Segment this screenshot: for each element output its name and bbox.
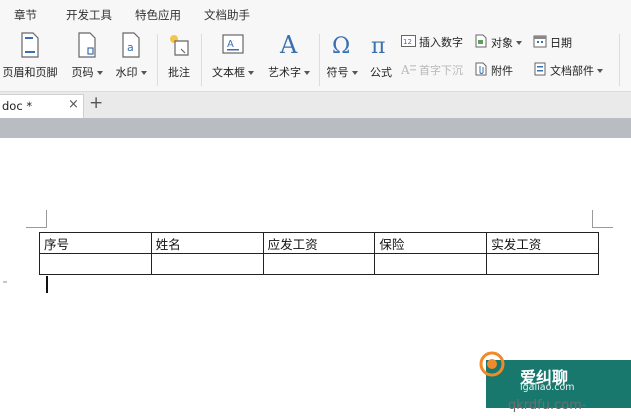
ribbon-separator	[157, 34, 158, 86]
attachment-button[interactable]: 附件	[474, 62, 513, 80]
document-tab[interactable]: doc * ×	[0, 94, 84, 118]
calendar-icon	[533, 34, 547, 51]
menu-tab-doc-assistant[interactable]: 文档助手	[204, 7, 250, 23]
word-art-dropdown-icon	[304, 71, 310, 75]
watermark-dropdown-icon	[140, 71, 147, 75]
margin-corner-mark	[46, 210, 47, 228]
text-box-dropdown-icon	[248, 71, 254, 75]
insert-ribbon: 页眉和页脚 页码 a 水印 批注 A 文本框 A 艺术字 Ω 符号 π 公式 1…	[0, 28, 631, 92]
symbol-label: 符号	[326, 66, 349, 79]
drop-cap-label: 首字下沉	[419, 64, 463, 77]
document-tab-strip: doc * × +	[0, 92, 631, 118]
comment-label: 批注	[168, 66, 190, 79]
symbol-dropdown-icon	[351, 71, 358, 75]
attachment-icon	[474, 62, 488, 79]
comment-button[interactable]: 批注	[160, 28, 198, 92]
formula-label: 公式	[370, 66, 392, 79]
close-tab-icon[interactable]: ×	[68, 97, 79, 112]
text-cursor	[46, 276, 48, 293]
object-icon	[474, 34, 488, 51]
watermark-url: igaliao.com	[520, 382, 575, 393]
table-cell[interactable]: 保险	[374, 232, 488, 254]
text-box-button[interactable]: A 文本框	[206, 28, 260, 92]
text-box-label: 文本框	[212, 66, 245, 79]
object-label: 对象	[491, 36, 513, 50]
svg-text:Ω: Ω	[332, 34, 350, 58]
page-number-button[interactable]: 页码	[66, 28, 108, 92]
table-cell[interactable]	[374, 253, 488, 275]
object-button[interactable]: 对象	[474, 34, 522, 52]
page-number-dropdown-icon	[96, 71, 103, 75]
svg-text:A: A	[279, 32, 298, 58]
pi-icon: π	[369, 32, 393, 61]
header-footer-icon	[19, 32, 41, 61]
insert-number-icon: 12	[401, 34, 416, 50]
doc-parts-button[interactable]: 文档部件	[533, 62, 603, 80]
svg-text:a: a	[127, 41, 134, 54]
table-cell[interactable]: 姓名	[150, 232, 264, 254]
watermark-button[interactable]: a 水印	[110, 28, 152, 92]
watermark-bottom-text: qkrdfu.com-	[508, 398, 587, 413]
svg-text:A: A	[401, 63, 410, 75]
table-cell[interactable]	[39, 253, 152, 275]
ribbon-separator	[619, 34, 620, 86]
menu-tab-developer-tools[interactable]: 开发工具	[66, 7, 112, 23]
doc-parts-icon	[533, 62, 547, 79]
watermark-logo-icon	[479, 351, 505, 377]
omega-icon: Ω	[330, 32, 354, 61]
symbol-button[interactable]: Ω 符号	[322, 28, 362, 92]
page-number-label: 页码	[71, 66, 94, 79]
table-cell[interactable]	[150, 253, 264, 275]
site-watermark: 爱纠聊 igaliao.com qkrdfu.com-	[478, 346, 631, 416]
svg-text:12: 12	[403, 38, 412, 46]
doc-parts-label: 文档部件	[550, 64, 594, 78]
svg-text:A: A	[227, 39, 234, 50]
word-art-button[interactable]: A 艺术字	[262, 28, 316, 92]
margin-corner-mark	[593, 227, 613, 228]
margin-corner-mark	[592, 210, 593, 228]
formula-button[interactable]: π 公式	[364, 28, 398, 92]
svg-text:π: π	[371, 34, 385, 58]
insert-number-label: 插入数字	[419, 36, 463, 49]
header-footer-button[interactable]: 页眉和页脚	[0, 28, 62, 92]
word-art-icon: A	[277, 31, 301, 61]
table-cell[interactable]	[262, 253, 376, 275]
ribbon-separator	[319, 34, 320, 86]
watermark-label: 水印	[115, 66, 138, 79]
object-dropdown-icon	[516, 40, 522, 45]
document-tab-title: doc *	[2, 99, 33, 113]
table-row	[39, 253, 599, 275]
new-tab-icon[interactable]: +	[89, 93, 103, 113]
wps-writer-window: { "menu_tabs": ["章节", "开发工具", "特色应用", "文…	[0, 0, 631, 416]
attachment-label: 附件	[491, 64, 513, 78]
menu-tab-chapter[interactable]: 章节	[14, 7, 37, 23]
doc-parts-dropdown-icon	[597, 68, 603, 73]
date-label: 日期	[550, 36, 572, 50]
page-number-icon	[76, 32, 98, 61]
margin-corner-mark	[26, 227, 46, 228]
table-cell[interactable]: 序号	[39, 232, 152, 254]
drop-cap-icon: A	[400, 63, 416, 78]
insert-number-button[interactable]: 12 插入数字	[401, 34, 463, 52]
table-cell[interactable]	[486, 253, 599, 275]
text-box-icon: A	[221, 32, 245, 59]
table-cell[interactable]: 实发工资	[486, 232, 599, 254]
menu-bar: 章节 开发工具 特色应用 文档助手	[0, 0, 631, 28]
header-footer-label: 页眉和页脚	[2, 66, 58, 79]
table-header-row: 序号 姓名 应发工资 保险 实发工资	[39, 232, 599, 254]
salary-table[interactable]: 序号 姓名 应发工资 保险 实发工资	[39, 232, 599, 275]
date-button[interactable]: 日期	[533, 34, 572, 52]
menu-tab-special-apps[interactable]: 特色应用	[135, 7, 181, 23]
ribbon-separator	[201, 34, 202, 86]
watermark-icon: a	[120, 32, 142, 61]
drop-cap-button[interactable]: A 首字下沉	[400, 62, 463, 80]
margin-dot	[3, 281, 7, 283]
word-art-label: 艺术字	[268, 66, 301, 79]
workspace-background	[0, 118, 631, 138]
table-cell[interactable]: 应发工资	[262, 232, 376, 254]
comment-icon	[167, 32, 191, 61]
